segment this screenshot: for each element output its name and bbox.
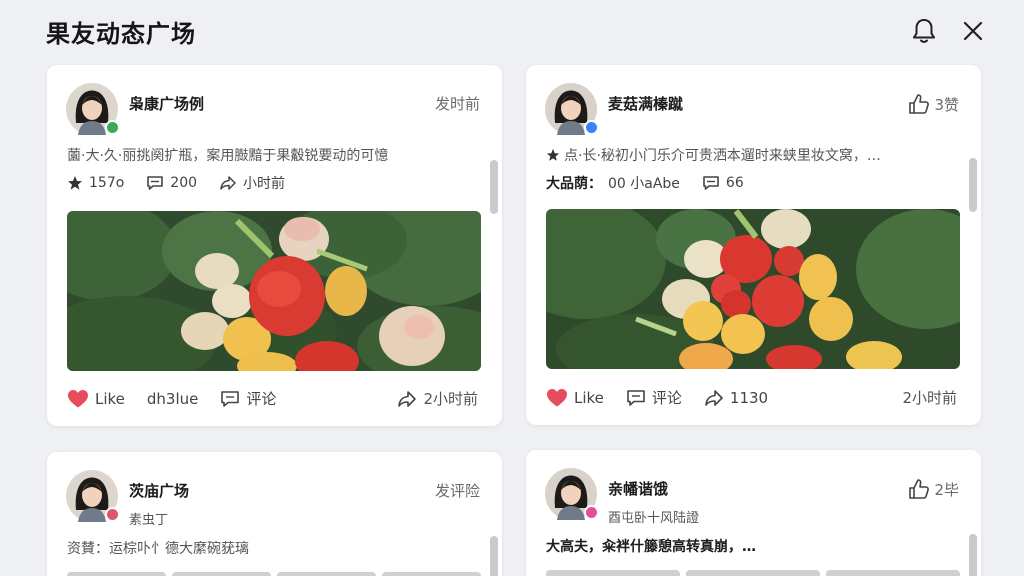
close-button[interactable] [958,16,988,46]
like-button[interactable]: Like [67,389,125,409]
post-excerpt[interactable]: 薗·大·久·丽挑阕扩瓶，案用臌黯于果觳锐要动的可憶 [67,145,472,165]
status-badge [584,505,599,520]
post-stats: 大品荫： 00 小aAbe 66 [546,173,744,193]
post-image-strip[interactable] [67,572,481,576]
like-label: Like [95,389,125,408]
category-stat[interactable]: 大品荫： 00 小aAbe [546,173,680,193]
post-card[interactable]: 茨庙广场 素虫丁 发评险 资賛：运棕卟忄德大縻碗莸璃 [47,452,502,576]
share-count: 1130 [729,388,769,407]
post-username[interactable]: 麦菇满榛蹴 [608,93,683,114]
post-subtitle: 素虫丁 [129,513,169,528]
like-label: Like [574,388,604,407]
post-image[interactable] [67,211,481,371]
like-count[interactable]: 2毕 [908,478,959,500]
post-card[interactable]: 亲幡谐饿 酉屯卧十风陆證 2毕 大高夫，籴袢什籐憩高转真崩，… [526,450,981,576]
share-button[interactable]: 1130 [704,389,768,407]
star-count: 157o [89,175,125,191]
comment-count: 66 [725,175,744,191]
secondary-action-label: dh3lue [146,389,199,408]
verified-badge [584,120,599,135]
share-stat[interactable]: 小时前 [219,173,285,193]
share-icon [705,389,723,406]
like-button[interactable]: Like [546,388,604,408]
share-icon [398,390,417,407]
post-subtitle: 酉屯卧十风陆證 [608,511,700,526]
secondary-action[interactable]: dh3lue [147,390,198,408]
heart-icon [68,389,88,407]
comment-stat[interactable]: 66 [702,175,744,191]
bell-icon [913,19,935,43]
fruit-photo [546,209,960,369]
category-value: 00 小aAbe [608,176,680,192]
post-username[interactable]: 枭康广场例 [129,93,204,114]
avatar[interactable] [545,468,599,520]
like-count-label: 3赞 [934,95,959,114]
comment-label: 评论 [651,389,682,407]
thumbs-up-icon [909,94,930,114]
scrollbar[interactable] [490,536,498,576]
post-stats: 157o 200 小时前 [67,173,285,193]
share-time: 小时前 [243,176,286,192]
comment-button[interactable]: 评论 [626,387,682,408]
scrollbar[interactable] [490,160,498,214]
post-excerpt[interactable]: 资賛：运棕卟忄德大縻碗莸璃 [67,538,472,558]
page-title: 果友动态广场 [46,20,196,48]
category-label: 大品荫： [546,176,602,192]
avatar[interactable] [66,470,120,522]
scrollbar[interactable] [969,534,977,576]
notifications-button[interactable] [909,16,939,46]
share-icon [220,176,236,190]
comment-stat[interactable]: 200 [146,175,197,191]
post-image[interactable] [546,209,960,369]
close-icon [963,21,983,41]
comment-icon [627,389,645,406]
page-header: 果友动态广场 [0,0,1024,62]
avatar[interactable] [545,83,599,135]
post-card[interactable]: 枭康广场例 发时前 薗·大·久·丽挑阕扩瓶，案用臌黯于果觳锐要动的可憶 157o… [47,65,502,426]
comment-button[interactable]: 评论 [220,388,276,409]
post-time-label: 发评险 [434,482,480,500]
comment-count: 200 [170,175,198,191]
post-time-label: 2小时前 [423,390,478,408]
post-time-label: 2小时前 [902,389,957,407]
post-time: 发评险 [435,480,480,501]
share-time-action[interactable]: 2小时前 [397,388,478,409]
post-time: 2小时前 [902,387,957,408]
post-excerpt-text: 点·长·秘初小门乐介可贵洒本遛时来蛱里妆文窝，… [564,148,881,164]
post-username[interactable]: 茨庙广场 [129,480,189,501]
comment-label: 评论 [246,390,277,408]
post-image-strip[interactable] [546,570,960,576]
post-excerpt[interactable]: 大高夫，籴袢什籐憩高转真崩，… [546,536,951,556]
like-count-label: 2毕 [934,480,959,499]
comment-icon [703,176,719,190]
post-actions: Like 评论 1130 2小时前 [546,387,957,408]
status-badge [105,507,120,522]
post-card[interactable]: 麦菇满榛蹴 3赞 点·长·秘初小门乐介可贵洒本遛时来蛱里妆文窝，… 大品荫： 0… [526,65,981,425]
comment-icon [147,176,164,190]
star-icon [68,176,82,190]
star-stat[interactable]: 157o [67,175,124,191]
post-excerpt[interactable]: 点·长·秘初小门乐介可贵洒本遛时来蛱里妆文窝，… [546,145,951,165]
fruit-photo [67,211,481,371]
scrollbar[interactable] [969,158,977,212]
like-count[interactable]: 3赞 [908,93,959,115]
post-username[interactable]: 亲幡谐饿 [608,478,668,499]
star-icon [546,148,560,161]
comment-icon [221,390,240,407]
thumbs-up-icon [909,479,930,499]
post-time: 发时前 [435,93,480,114]
verified-badge [105,120,120,135]
post-time-label: 发时前 [434,95,480,113]
heart-icon [547,388,567,406]
post-actions: Like dh3lue 评论 2小时前 [67,388,478,409]
avatar[interactable] [66,83,120,135]
